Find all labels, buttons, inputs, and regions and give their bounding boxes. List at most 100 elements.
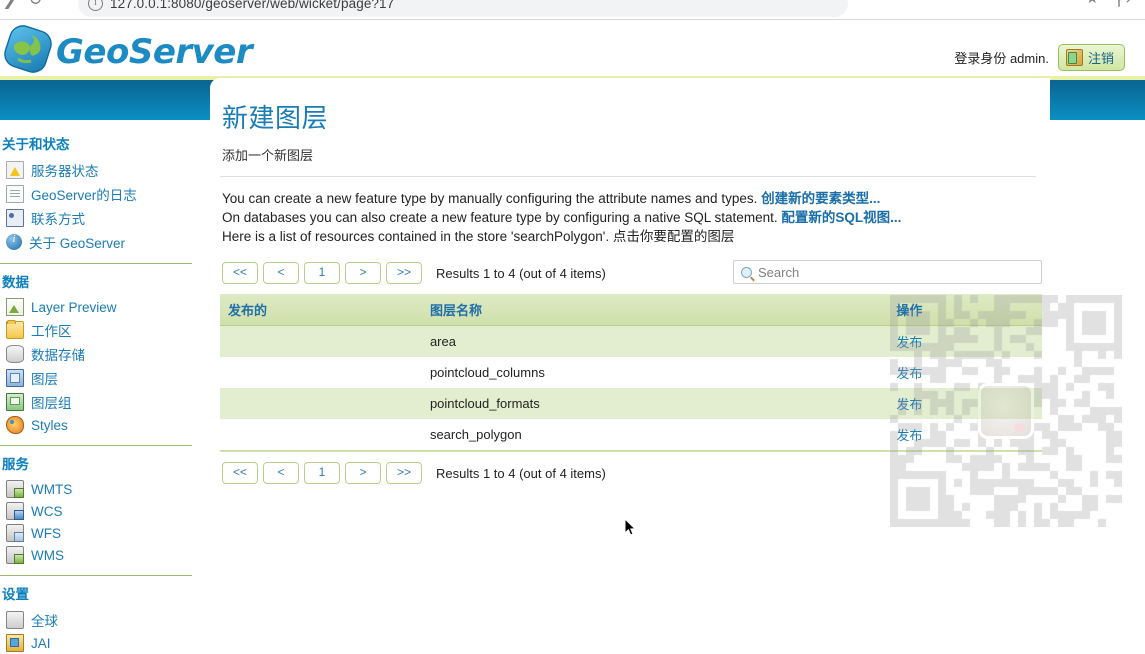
styles-palette-icon: [6, 416, 24, 434]
description-line-3: Here is a list of resources contained in…: [222, 227, 1050, 246]
layer-preview-icon: [6, 298, 24, 316]
sidebar-item-label: 全球: [31, 614, 58, 629]
publish-link[interactable]: 发布: [896, 397, 922, 412]
description-text-2: On databases you can also create a new f…: [222, 210, 782, 225]
address-bar[interactable]: i 127.0.0.1:8080/geoserver/web/wicket/pa…: [78, 0, 848, 17]
cell-action: 发布: [888, 419, 1042, 450]
wcs-service-icon: [6, 502, 24, 520]
sidebar-item-label: 数据存储: [31, 348, 85, 363]
geoserver-globe-logo: [4, 25, 52, 73]
reload-icon[interactable]: ↻: [28, 0, 42, 8]
sidebar-item-styles[interactable]: Styles: [0, 414, 200, 436]
resources-table: 发布的 图层名称 操作 area 发布 pointcloud_columns 发…: [220, 294, 1042, 450]
sidebar-item-data-stores[interactable]: 数据存储: [0, 342, 200, 366]
sidebar-item-wcs[interactable]: WCS: [0, 500, 200, 522]
pagination-prev-button[interactable]: <: [263, 262, 299, 284]
sidebar-item-jai[interactable]: JAI: [0, 632, 200, 654]
sidebar-item-label: 关于 GeoServer: [29, 236, 126, 251]
sidebar-section-title: 数据: [2, 275, 29, 290]
sidebar-section-settings: 设置 全球 JAI: [0, 576, 200, 654]
pagination-last-button[interactable]: >>: [386, 262, 422, 284]
column-header-published[interactable]: 发布的: [220, 294, 422, 326]
table-row[interactable]: pointcloud_formats 发布: [220, 388, 1042, 419]
app-header: GeoServer 登录身份 admin. 注销: [0, 20, 1145, 78]
bookmark-icon[interactable]: ★: [1085, 0, 1098, 7]
sidebar-item-workspaces[interactable]: 工作区: [0, 318, 200, 342]
table-bottom-border: [220, 450, 1042, 452]
table-row[interactable]: pointcloud_columns 发布: [220, 357, 1042, 388]
configure-sql-view-link[interactable]: 配置新的SQL视图...: [781, 210, 901, 225]
sidebar-item-global[interactable]: 全球: [0, 608, 200, 632]
sidebar-item-label: 联系方式: [31, 212, 85, 227]
sidebar-section-title: 设置: [2, 587, 29, 602]
cell-action: 发布: [888, 325, 1042, 357]
pagination-page-1-button[interactable]: 1: [304, 462, 340, 484]
pagination-next-button[interactable]: >: [345, 462, 381, 484]
browser-action-icons: ★ ⎡↗: [1085, 0, 1137, 7]
column-header-layer-name[interactable]: 图层名称: [421, 294, 889, 326]
cell-published: [220, 325, 422, 357]
sidebar-item-label: GeoServer的日志: [31, 188, 137, 203]
search-input[interactable]: Search: [733, 260, 1042, 284]
sidebar-item-wms[interactable]: WMS: [0, 544, 200, 566]
sidebar-section-data: 数据 Layer Preview 工作区 数据存储 图层 图层组 Styles: [0, 264, 200, 436]
address-bar-url: 127.0.0.1:8080/geoserver/web/wicket/page…: [110, 0, 395, 11]
share-icon[interactable]: ⎡↗: [1117, 0, 1137, 7]
table-body: area 发布 pointcloud_columns 发布 pointcloud…: [220, 325, 1042, 451]
app-brand-title: GeoServer: [56, 32, 253, 72]
search-placeholder: Search: [758, 264, 800, 280]
pagination-first-button[interactable]: <<: [222, 462, 258, 484]
column-header-action: 操作: [888, 294, 1042, 326]
sidebar-item-server-status[interactable]: 服务器状态: [0, 158, 200, 182]
wms-service-icon: [6, 546, 24, 564]
sidebar-item-label: WMTS: [31, 481, 73, 497]
log-document-icon: [6, 185, 24, 203]
publish-link[interactable]: 发布: [896, 428, 922, 443]
sidebar-item-label: WCS: [31, 503, 63, 519]
sidebar-item-label: 图层组: [31, 396, 72, 411]
cell-published: [220, 419, 422, 450]
forward-arrow-icon[interactable]: ❯: [2, 0, 16, 8]
logout-button-label: 注销: [1087, 51, 1114, 66]
sidebar-item-label: 服务器状态: [31, 164, 99, 179]
pagination-page-1-button[interactable]: 1: [304, 262, 340, 284]
sidebar-item-wfs[interactable]: WFS: [0, 522, 200, 544]
cell-published: [220, 357, 422, 388]
description-text-1: You can create a new feature type by man…: [222, 191, 762, 206]
sidebar-item-about-geoserver[interactable]: 关于 GeoServer: [0, 230, 200, 254]
description-text-3: Here is a list of resources contained in…: [222, 229, 613, 244]
pagination-prev-button[interactable]: <: [263, 462, 299, 484]
cell-layer-name: area: [421, 325, 889, 357]
sidebar-item-layer-groups[interactable]: 图层组: [0, 390, 200, 414]
sidebar-nav: 关于和状态 服务器状态 GeoServer的日志 联系方式 关于 GeoServ…: [0, 120, 200, 652]
pagination-first-button[interactable]: <<: [222, 262, 258, 284]
sidebar-item-label: 图层: [31, 372, 58, 387]
publish-link[interactable]: 发布: [896, 366, 922, 381]
page-subtitle: 添加一个新图层: [222, 148, 314, 163]
sidebar-item-geoserver-logs[interactable]: GeoServer的日志: [0, 182, 200, 206]
sidebar-item-layers[interactable]: 图层: [0, 366, 200, 390]
sidebar-item-contact[interactable]: 联系方式: [0, 206, 200, 230]
pagination-next-button[interactable]: >: [345, 262, 381, 284]
sidebar-item-label: Styles: [31, 417, 68, 433]
global-settings-icon: [6, 611, 24, 629]
sidebar-section-about: 关于和状态 服务器状态 GeoServer的日志 联系方式 关于 GeoServ…: [0, 126, 200, 254]
table-row[interactable]: area 发布: [220, 325, 1042, 357]
table-row[interactable]: search_polygon 发布: [220, 419, 1042, 450]
description-hint-3: 点击你要配置的图层: [612, 229, 735, 244]
sidebar-item-wmts[interactable]: WMTS: [0, 478, 200, 500]
sidebar-section-services: 服务 WMTS WCS WFS WMS: [0, 446, 200, 566]
workspace-folder-icon: [6, 320, 24, 339]
cell-action: 发布: [888, 357, 1042, 388]
wmts-service-icon: [6, 480, 24, 498]
logout-door-icon: [1065, 49, 1083, 66]
search-magnifier-icon: [741, 266, 752, 278]
logout-button[interactable]: 注销: [1057, 44, 1125, 71]
site-info-icon[interactable]: i: [88, 0, 103, 11]
sidebar-item-label: 工作区: [31, 324, 72, 339]
create-feature-type-link[interactable]: 创建新的要素类型...: [761, 191, 880, 206]
table-toolbar-bottom: << < 1 > >> Results 1 to 4 (out of 4 ite…: [222, 462, 1050, 488]
sidebar-item-layer-preview[interactable]: Layer Preview: [0, 296, 200, 318]
pagination-last-button[interactable]: >>: [386, 462, 422, 484]
publish-link[interactable]: 发布: [896, 335, 922, 350]
